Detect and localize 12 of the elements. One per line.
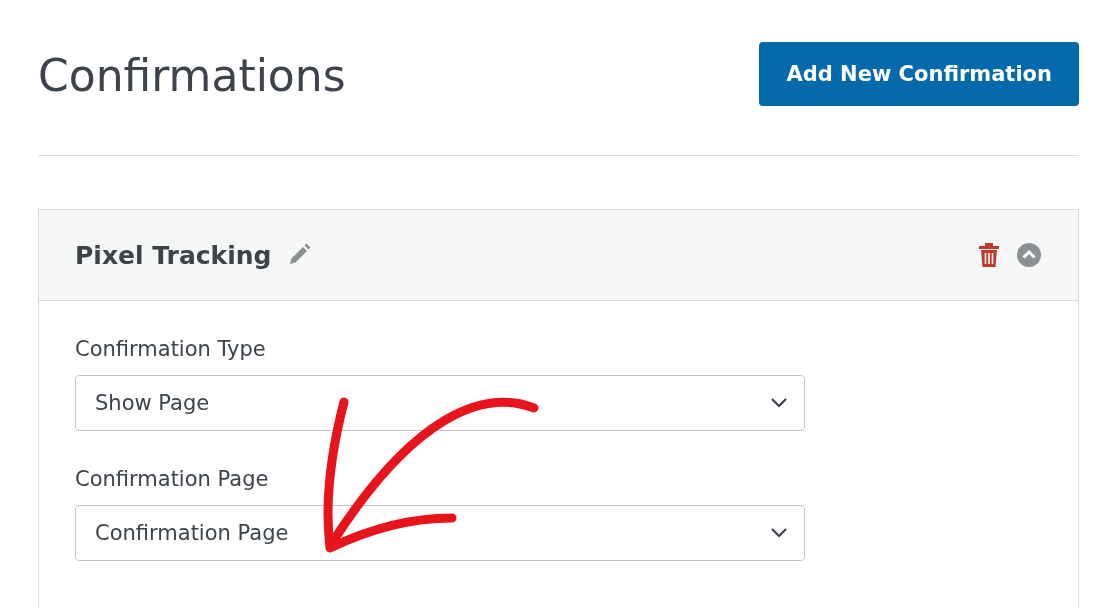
add-confirmation-button[interactable]: Add New Confirmation <box>759 42 1079 106</box>
page-title: Confirmations <box>38 49 346 101</box>
pencil-icon[interactable] <box>287 243 312 267</box>
collapse-icon[interactable] <box>1016 242 1042 268</box>
select-field[interactable]: Confirmation Page <box>75 505 805 561</box>
panel-title: Pixel Tracking <box>75 240 272 270</box>
trash-icon[interactable] <box>978 242 1000 268</box>
field-label: Confirmation Type <box>75 337 267 361</box>
chevron-down-icon <box>770 397 788 409</box>
chevron-down-icon <box>770 527 788 539</box>
field-label: Confirmation Page <box>75 467 270 491</box>
select-field[interactable]: Show Page <box>75 375 805 431</box>
